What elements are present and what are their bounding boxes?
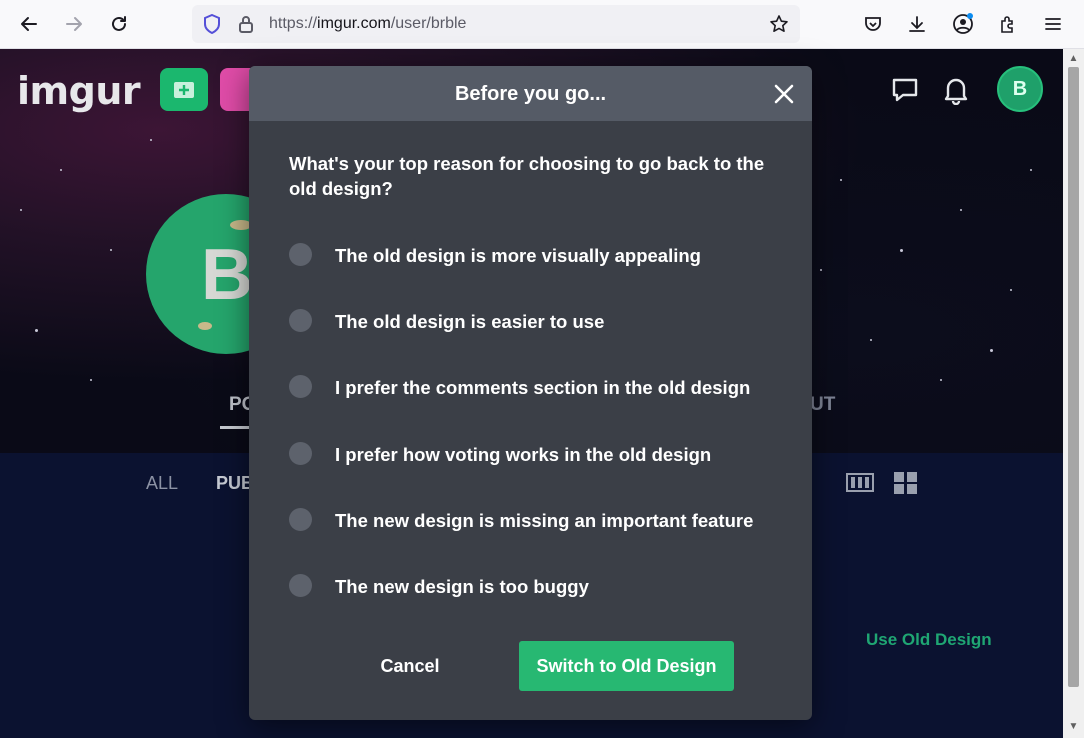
cancel-button[interactable]: Cancel — [359, 652, 461, 680]
menu-icon[interactable] — [1038, 9, 1068, 39]
modal-question: What's your top reason for choosing to g… — [289, 153, 765, 199]
use-old-design-link[interactable]: Use Old Design — [866, 630, 992, 650]
extensions-icon[interactable] — [993, 9, 1023, 39]
radio-button[interactable] — [289, 442, 312, 465]
new-post-icon — [174, 81, 194, 98]
list-view-icon[interactable] — [846, 471, 874, 495]
option-too-buggy[interactable]: The new design is too buggy — [289, 574, 789, 600]
page-scrollbar[interactable]: ▲ ▼ — [1063, 49, 1084, 738]
url-host: imgur.com — [317, 15, 391, 32]
option-label: I prefer the comments section in the old… — [335, 377, 751, 398]
lock-icon[interactable] — [236, 14, 256, 34]
tab-about[interactable]: UT — [810, 394, 835, 416]
star-icon[interactable] — [769, 14, 789, 34]
modal-title: Before you go... — [454, 83, 607, 105]
forward-arrow-icon[interactable] — [59, 9, 89, 39]
option-missing-feature[interactable]: The new design is missing an important f… — [289, 508, 789, 534]
radio-button[interactable] — [289, 375, 312, 398]
option-label: The old design is more visually appealin… — [335, 245, 701, 266]
option-comments-section[interactable]: I prefer the comments section in the old… — [289, 375, 789, 401]
option-label: The new design is missing an important f… — [335, 510, 754, 531]
option-label: The new design is too buggy — [335, 576, 589, 597]
url-scheme: https:// — [269, 15, 318, 32]
option-label: I prefer how voting works in the old des… — [335, 444, 712, 465]
option-label: The old design is easier to use — [335, 311, 605, 332]
new-post-button[interactable] — [160, 68, 208, 111]
active-tab-indicator — [220, 426, 250, 429]
radio-button[interactable] — [289, 508, 312, 531]
address-bar[interactable]: https://imgur.com/user/brble — [192, 5, 800, 43]
close-icon[interactable] — [771, 81, 797, 107]
download-icon[interactable] — [902, 9, 932, 39]
filter-all[interactable]: ALL — [146, 473, 178, 494]
option-voting[interactable]: I prefer how voting works in the old des… — [289, 442, 789, 468]
browser-toolbar: https://imgur.com/user/brble — [0, 0, 1084, 49]
option-easier-to-use[interactable]: The old design is easier to use — [289, 309, 789, 335]
radio-button[interactable] — [289, 574, 312, 597]
radio-button[interactable] — [289, 309, 312, 332]
scroll-thumb[interactable] — [1068, 67, 1079, 687]
option-visually-appealing[interactable]: The old design is more visually appealin… — [289, 243, 789, 269]
radio-button[interactable] — [289, 243, 312, 266]
profile-avatar-letter: B — [201, 235, 253, 315]
messages-icon[interactable] — [888, 73, 922, 107]
scroll-up-icon[interactable]: ▲ — [1067, 53, 1080, 65]
url-path: /user/brble — [390, 15, 467, 32]
modal-header: Before you go... — [249, 66, 812, 121]
shield-icon[interactable] — [202, 14, 222, 34]
account-icon[interactable] — [948, 9, 978, 39]
url-text[interactable]: https://imgur.com/user/brble — [269, 15, 466, 33]
feedback-modal: Before you go... What's your top reason … — [249, 66, 812, 720]
pocket-icon[interactable] — [858, 9, 888, 39]
reload-icon[interactable] — [104, 9, 134, 39]
imgur-logo[interactable]: imgur — [17, 69, 141, 113]
notifications-icon[interactable] — [939, 73, 973, 107]
user-avatar[interactable]: B — [997, 66, 1043, 112]
back-arrow-icon[interactable] — [14, 9, 44, 39]
switch-to-old-design-button[interactable]: Switch to Old Design — [519, 641, 734, 691]
grid-view-icon[interactable] — [892, 471, 920, 495]
scroll-down-icon[interactable]: ▼ — [1067, 721, 1080, 733]
